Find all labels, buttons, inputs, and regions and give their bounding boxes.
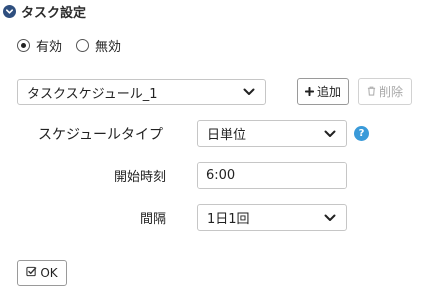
radio-disabled[interactable]: 無効 xyxy=(76,36,121,55)
add-button-label: 追加 xyxy=(316,85,341,99)
chevron-down-icon xyxy=(3,4,16,18)
checkbox-icon xyxy=(26,266,37,280)
help-icon[interactable]: ? xyxy=(354,126,369,141)
start-time-group xyxy=(197,162,347,189)
status-radio-group: 有効 無効 xyxy=(17,36,135,55)
plus-icon xyxy=(304,85,315,99)
section-title: タスク設定 xyxy=(21,5,87,21)
chevron-down-icon xyxy=(324,214,336,222)
chevron-down-icon xyxy=(243,88,255,96)
delete-schedule-button[interactable]: 削除 xyxy=(358,78,412,105)
schedule-type-select[interactable]: 日単位 xyxy=(197,120,347,147)
add-schedule-button[interactable]: 追加 xyxy=(297,78,349,105)
radio-enabled[interactable]: 有効 xyxy=(17,36,62,55)
interval-label: 間隔 xyxy=(139,212,166,227)
schedule-select[interactable]: タスクスケジュール_1 xyxy=(17,79,266,105)
chevron-down-icon xyxy=(324,130,336,138)
interval-value: 1日1回 xyxy=(207,212,250,227)
radio-enabled-label: 有効 xyxy=(36,40,63,55)
schedule-type-value: 日単位 xyxy=(207,128,247,143)
trash-icon xyxy=(367,85,376,99)
schedule-select-value: タスクスケジュール_1 xyxy=(27,86,158,102)
delete-button-label: 削除 xyxy=(378,85,403,99)
radio-enabled-circle[interactable] xyxy=(17,39,30,52)
start-time-input[interactable] xyxy=(198,163,346,188)
task-settings-header[interactable]: タスク設定 xyxy=(3,2,87,21)
interval-select[interactable]: 1日1回 xyxy=(197,204,347,231)
schedule-type-label: スケジュールタイプ xyxy=(38,127,164,143)
ok-button[interactable]: OK xyxy=(17,260,67,286)
radio-disabled-label: 無効 xyxy=(95,40,122,55)
radio-disabled-circle[interactable] xyxy=(76,39,90,52)
start-time-label: 開始時刻 xyxy=(113,170,166,185)
ok-button-label: OK xyxy=(40,266,58,280)
